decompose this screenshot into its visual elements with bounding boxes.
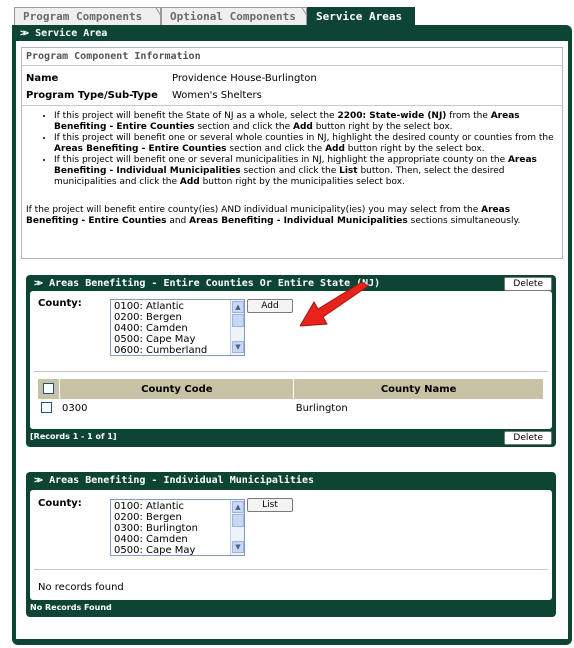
text: If the project will benefit entire count… <box>26 205 482 215</box>
text: List <box>339 166 358 176</box>
muni-county-select[interactable]: 0100: Atlantic 0200: Bergen 0300: Burlin… <box>110 499 245 556</box>
type-value: Women's Shelters <box>172 90 262 101</box>
scroll-thumb[interactable] <box>232 514 244 527</box>
select-all-checkbox[interactable] <box>43 383 55 395</box>
records-footer: No Records Found <box>30 603 112 612</box>
select-all-cell <box>38 379 61 399</box>
instruction-list: If this project will benefit the State o… <box>38 111 558 188</box>
text: 2200: State-wide (NJ) <box>337 111 447 121</box>
column-header[interactable]: County Code <box>59 379 295 399</box>
frame-title: >> Service Area <box>20 28 107 39</box>
county-label: County: <box>38 498 82 509</box>
info-heading: Program Component Information <box>22 48 562 66</box>
scroll-down-icon[interactable]: ▼ <box>232 341 244 353</box>
text: button right by the select box. <box>312 122 453 132</box>
row-checkbox-cell <box>38 399 60 417</box>
row-checkbox[interactable] <box>41 402 52 414</box>
name-row: Name Providence House-Burlington <box>26 73 317 84</box>
scroll-down-icon[interactable]: ▼ <box>232 541 244 553</box>
column-header[interactable]: County Name <box>293 379 544 399</box>
name-value: Providence House-Burlington <box>172 73 317 84</box>
county-option[interactable]: 0400: Camden <box>114 534 244 545</box>
county-option[interactable]: 0300: Burlington <box>114 523 244 534</box>
text: Add <box>325 144 345 154</box>
scrollbar[interactable]: ▲ ▼ <box>230 500 244 555</box>
scrollbar[interactable]: ▲ ▼ <box>230 300 244 355</box>
add-button[interactable]: Add <box>247 299 293 313</box>
scroll-up-icon[interactable]: ▲ <box>232 301 244 313</box>
delete-bottom-button[interactable]: Delete <box>504 431 552 445</box>
muni-panel-title: >> Areas Benefiting - Individual Municip… <box>34 475 314 486</box>
text: button right by the municipalities selec… <box>199 177 405 187</box>
scroll-thumb[interactable] <box>232 314 244 327</box>
muni-panel-title-text: Areas Benefiting - Individual Municipali… <box>49 475 314 486</box>
chevron-right-icon: >> <box>20 28 29 39</box>
county-option[interactable]: 0100: Atlantic <box>114 501 244 512</box>
service-area-title: Service Area <box>35 28 108 39</box>
county-option[interactable]: 0500: Cape May <box>114 545 244 555</box>
county-option[interactable]: 0100: Atlantic <box>114 301 244 312</box>
county-table: County Code County Name 0300 Burlington <box>38 379 544 417</box>
county-option[interactable]: 0500: Cape May <box>114 334 244 345</box>
instruction-item: If this project will benefit one or seve… <box>54 133 558 155</box>
program-component-info: Program Component Information Name Provi… <box>21 47 563 259</box>
chevron-right-icon: >> <box>34 278 43 289</box>
tab-label: Service Areas <box>316 10 403 23</box>
text: section and click the <box>194 122 293 132</box>
table-row: 0300 Burlington <box>38 399 544 417</box>
records-count: [Records 1 - 1 of 1] <box>30 432 117 441</box>
panel-divider <box>34 371 548 372</box>
county-name-cell: Burlington <box>295 402 348 414</box>
text: Areas Benefiting - Individual Municipali… <box>189 216 408 226</box>
tab-service-areas[interactable]: Service Areas <box>307 7 415 25</box>
text: button right by the select box. <box>344 144 485 154</box>
delete-button[interactable]: Delete <box>504 277 552 291</box>
county-select[interactable]: 0100: Atlantic 0200: Bergen 0400: Camden… <box>110 299 245 356</box>
text: from the <box>446 111 491 121</box>
county-code-cell: 0300 <box>61 402 88 414</box>
text: section and click the <box>226 144 326 154</box>
tab-program-components[interactable]: Program Components <box>14 6 168 26</box>
text: sections simultaneously. <box>407 216 521 226</box>
red-arrow-icon <box>300 282 369 327</box>
instruction-item: If this project will benefit the State o… <box>54 111 558 133</box>
municipalities-panel: >> Areas Benefiting - Individual Municip… <box>26 472 556 617</box>
tab-label: Optional Components <box>170 10 296 23</box>
name-label: Name <box>26 73 59 84</box>
county-label: County: <box>38 298 82 309</box>
text: Add <box>293 122 313 132</box>
instruction-summary: If the project will benefit entire count… <box>26 205 558 227</box>
text: section and click the <box>240 166 340 176</box>
type-row: Program Type/Sub-Type Women's Shelters <box>26 90 262 101</box>
scroll-up-icon[interactable]: ▲ <box>232 501 244 513</box>
tab-label: Program Components <box>23 10 143 23</box>
text: Add <box>179 177 200 187</box>
panel-divider <box>34 569 548 570</box>
muni-panel-body: County: 0100: Atlantic 0200: Bergen 0300… <box>30 490 552 600</box>
text: and <box>166 216 190 226</box>
text: If this project will benefit the State o… <box>54 111 338 121</box>
empty-message: No records found <box>38 582 124 593</box>
type-label: Program Type/Sub-Type <box>26 90 158 101</box>
county-option[interactable]: 0200: Bergen <box>114 512 244 523</box>
text: If this project will benefit one or seve… <box>54 155 508 165</box>
county-option[interactable]: 0600: Cumberland <box>114 345 244 355</box>
text: If this project will benefit one or seve… <box>54 133 554 143</box>
info-divider <box>22 105 562 106</box>
county-option[interactable]: 0400: Camden <box>114 323 244 334</box>
tab-optional-components[interactable]: Optional Components <box>161 6 314 26</box>
counties-panel: >> Areas Benefiting - Entire Counties Or… <box>26 275 556 447</box>
chevron-right-icon: >> <box>34 475 43 486</box>
list-button[interactable]: List <box>247 498 293 512</box>
text: Areas Benefiting - Entire Counties <box>54 144 227 154</box>
instruction-item: If this project will benefit one or seve… <box>54 155 558 188</box>
table-header-row: County Code County Name <box>38 379 544 399</box>
counties-panel-body: County: 0100: Atlantic 0200: Bergen 0400… <box>30 291 552 429</box>
county-option[interactable]: 0200: Bergen <box>114 312 244 323</box>
